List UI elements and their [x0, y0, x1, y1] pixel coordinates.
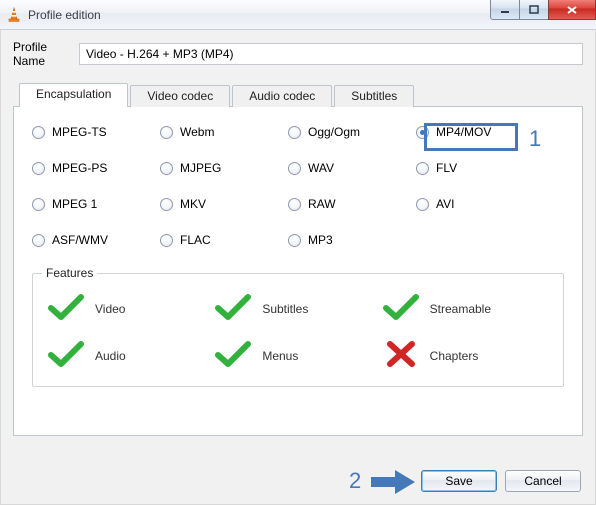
tab-audio-codec[interactable]: Audio codec — [232, 85, 332, 107]
radio-icon — [416, 198, 429, 211]
radio-label: Webm — [180, 125, 214, 139]
radio-flac[interactable]: FLAC — [160, 233, 288, 247]
profile-name-label: Profile Name — [13, 40, 79, 68]
window-title: Profile edition — [28, 8, 101, 22]
radio-label: RAW — [308, 197, 336, 211]
encapsulation-radio-grid: MPEG-TS Webm Ogg/Ogm MP4/MOV MPEG-PS MJPEG WAV… — [32, 125, 564, 247]
radio-icon — [160, 234, 173, 247]
radio-mp4_mov[interactable]: MP4/MOV — [416, 125, 544, 139]
arrow-right-icon — [371, 468, 417, 496]
dialog-buttons: Save Cancel — [413, 470, 581, 492]
radio-mjpeg[interactable]: MJPEG — [160, 161, 288, 175]
feature-chapters: Chapters — [382, 339, 549, 372]
minimize-button[interactable] — [490, 0, 520, 20]
radio-label: FLAC — [180, 233, 211, 247]
radio-label: MPEG 1 — [52, 197, 97, 211]
radio-mkv[interactable]: MKV — [160, 197, 288, 211]
radio-label: MKV — [180, 197, 206, 211]
maximize-button[interactable] — [519, 0, 549, 20]
radio-icon — [32, 234, 45, 247]
feature-menus: Menus — [214, 339, 381, 372]
feature-streamable: Streamable — [382, 292, 549, 325]
callout-number-2: 2 — [349, 470, 361, 492]
radio-label: MP4/MOV — [436, 125, 491, 139]
radio-webm[interactable]: Webm — [160, 125, 288, 139]
titlebar: Profile edition — [0, 0, 596, 30]
close-button[interactable] — [548, 0, 596, 20]
radio-label: MJPEG — [180, 161, 221, 175]
radio-label: ASF/WMV — [52, 233, 108, 247]
feature-label: Audio — [95, 349, 126, 363]
tab-subtitles[interactable]: Subtitles — [334, 85, 414, 107]
radio-icon — [32, 198, 45, 211]
radio-icon — [288, 234, 301, 247]
radio-icon — [288, 126, 301, 139]
window-controls — [491, 0, 596, 20]
radio-mp3[interactable]: MP3 — [288, 233, 416, 247]
radio-label: MPEG-TS — [52, 125, 107, 139]
feature-label: Video — [95, 302, 125, 316]
radio-wav[interactable]: WAV — [288, 161, 416, 175]
radio-icon — [160, 162, 173, 175]
callout-number-1: 1 — [529, 128, 541, 150]
feature-label: Subtitles — [262, 302, 308, 316]
vlc-cone-icon — [6, 7, 22, 23]
features-groupbox: Video Subtitles Streamable Audio Menus Chapte… — [32, 273, 564, 387]
radio-flv[interactable]: FLV — [416, 161, 544, 175]
radio-label: WAV — [308, 161, 334, 175]
radio-mpeg_1[interactable]: MPEG 1 — [32, 197, 160, 211]
radio-label: MPEG-PS — [52, 161, 107, 175]
feature-label: Menus — [262, 349, 298, 363]
radio-icon — [288, 162, 301, 175]
feature-label: Streamable — [430, 302, 491, 316]
feature-label: Chapters — [430, 349, 479, 363]
radio-icon — [32, 162, 45, 175]
check-icon — [214, 339, 252, 372]
radio-icon — [288, 198, 301, 211]
feature-audio: Audio — [47, 339, 214, 372]
profile-name-input[interactable] — [79, 43, 583, 65]
radio-icon — [32, 126, 45, 139]
save-button[interactable]: Save — [421, 470, 497, 492]
radio-raw[interactable]: RAW — [288, 197, 416, 211]
radio-label: AVI — [436, 197, 454, 211]
radio-label: Ogg/Ogm — [308, 125, 360, 139]
check-icon — [382, 292, 420, 325]
tab-video-codec[interactable]: Video codec — [130, 85, 230, 107]
check-icon — [47, 292, 85, 325]
radio-avi[interactable]: AVI — [416, 197, 544, 211]
feature-subtitles: Subtitles — [214, 292, 381, 325]
feature-video: Video — [47, 292, 214, 325]
radio-mpeg_ts[interactable]: MPEG-TS — [32, 125, 160, 139]
profile-name-row: Profile Name — [13, 40, 583, 68]
radio-ogg_ogm[interactable]: Ogg/Ogm — [288, 125, 416, 139]
radio-icon — [416, 162, 429, 175]
radio-icon — [416, 126, 429, 139]
radio-label: MP3 — [308, 233, 333, 247]
check-icon — [47, 339, 85, 372]
cancel-button[interactable]: Cancel — [505, 470, 581, 492]
radio-label: FLV — [436, 161, 457, 175]
client-area: Profile Name Encapsulation Video codec A… — [0, 30, 596, 505]
check-icon — [214, 292, 252, 325]
radio-mpeg_ps[interactable]: MPEG-PS — [32, 161, 160, 175]
cross-icon — [382, 339, 420, 372]
tab-panel-encapsulation: MPEG-TS Webm Ogg/Ogm MP4/MOV MPEG-PS MJPEG WAV… — [13, 106, 583, 436]
tabset: Encapsulation Video codec Audio codec Su… — [19, 82, 583, 106]
tab-encapsulation[interactable]: Encapsulation — [19, 83, 128, 107]
radio-icon — [160, 126, 173, 139]
radio-icon — [160, 198, 173, 211]
radio-asf_wmv[interactable]: ASF/WMV — [32, 233, 160, 247]
